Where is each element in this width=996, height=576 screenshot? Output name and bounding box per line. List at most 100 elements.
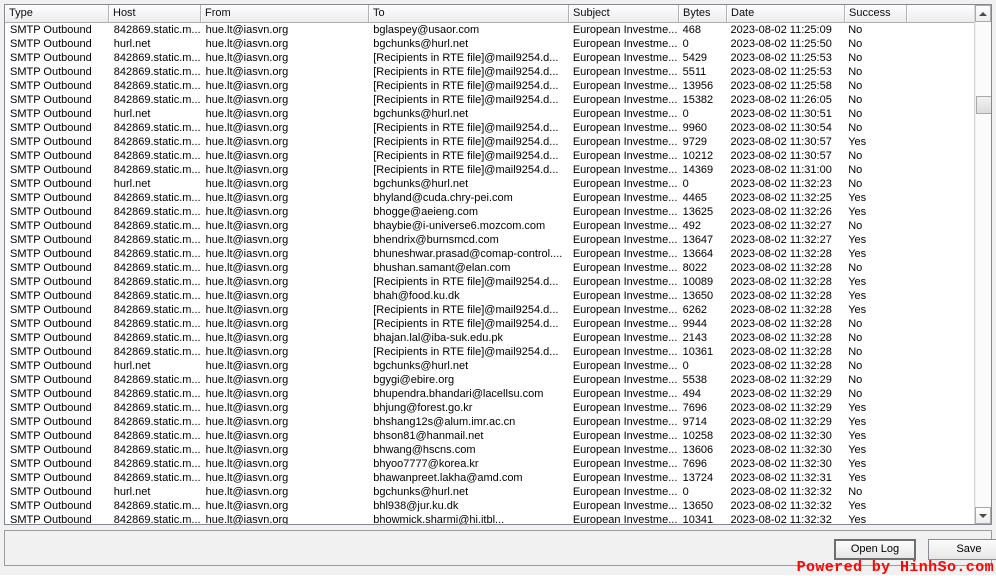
column-header-type[interactable]: Type (5, 5, 109, 23)
table-row[interactable]: SMTP Outbound hurl.net hue.lt@iasvn.org bgc… (5, 107, 974, 121)
cell-bytes: 6262 (682, 304, 708, 316)
cell-pad (905, 51, 974, 65)
cell-host: 842869.static.m... (113, 66, 201, 78)
table-row[interactable]: SMTP Outbound 842869.static.m... hue.lt@ia… (5, 79, 974, 93)
cell-to: bgygi@ebire.org (373, 374, 455, 386)
cell-bytes: 8022 (682, 262, 708, 274)
scrollbar-track[interactable] (975, 22, 991, 507)
cell-host: 842869.static.m... (113, 290, 201, 302)
cell-type: SMTP Outbound (10, 276, 92, 288)
cell-pad (905, 289, 974, 303)
table-row[interactable]: SMTP Outbound hurl.net hue.lt@iasvn.org bgc… (5, 37, 974, 51)
table-row[interactable]: SMTP Outbound 842869.static.m... hue.lt@ia… (5, 317, 974, 331)
cell-subject: European Investme... (572, 206, 678, 218)
table-row[interactable]: SMTP Outbound 842869.static.m... hue.lt@ia… (5, 65, 974, 79)
cell-date: 2023-08-02 11:25:58 (730, 80, 832, 92)
cell-type: SMTP Outbound (10, 290, 92, 302)
table-row[interactable]: SMTP Outbound hurl.net hue.lt@iasvn.org bgc… (5, 359, 974, 373)
cell-success: No (848, 486, 863, 498)
scrollbar-thumb[interactable] (976, 96, 991, 114)
cell-pad (905, 247, 974, 261)
cell-bytes: 9944 (682, 318, 708, 330)
table-row[interactable]: SMTP Outbound 842869.static.m... hue.lt@ia… (5, 443, 974, 457)
table-row[interactable]: SMTP Outbound 842869.static.m... hue.lt@ia… (5, 415, 974, 429)
cell-type: SMTP Outbound (10, 304, 92, 316)
cell-host: 842869.static.m... (113, 220, 201, 232)
cell-bytes: 13956 (682, 80, 714, 92)
cell-subject: European Investme... (572, 388, 678, 400)
cell-host: 842869.static.m... (113, 206, 201, 218)
cell-subject: European Investme... (572, 290, 678, 302)
table-row[interactable]: SMTP Outbound 842869.static.m... hue.lt@ia… (5, 233, 974, 247)
table-row[interactable]: SMTP Outbound 842869.static.m... hue.lt@ia… (5, 205, 974, 219)
table-row[interactable]: SMTP Outbound 842869.static.m... hue.lt@ia… (5, 429, 974, 443)
column-header-host[interactable]: Host (109, 5, 201, 23)
table-row[interactable]: SMTP Outbound 842869.static.m... hue.lt@ia… (5, 373, 974, 387)
vertical-scrollbar[interactable] (974, 5, 991, 524)
table-row[interactable]: SMTP Outbound 842869.static.m... hue.lt@ia… (5, 275, 974, 289)
save-button[interactable]: Save (928, 539, 996, 560)
table-row[interactable]: SMTP Outbound 842869.static.m... hue.lt@ia… (5, 387, 974, 401)
cell-type: SMTP Outbound (10, 94, 92, 106)
table-row[interactable]: SMTP Outbound 842869.static.m... hue.lt@ia… (5, 93, 974, 107)
column-header-success[interactable]: Success (845, 5, 907, 23)
cell-host: 842869.static.m... (113, 262, 201, 274)
cell-success: No (848, 38, 863, 50)
table-row[interactable]: SMTP Outbound 842869.static.m... hue.lt@ia… (5, 23, 974, 37)
table-row[interactable]: SMTP Outbound 842869.static.m... hue.lt@ia… (5, 345, 974, 359)
cell-from: hue.lt@iasvn.org (205, 178, 289, 190)
table-row[interactable]: SMTP Outbound 842869.static.m... hue.lt@ia… (5, 331, 974, 345)
table-row[interactable]: SMTP Outbound 842869.static.m... hue.lt@ia… (5, 471, 974, 485)
column-header-date[interactable]: Date (727, 5, 845, 23)
table-row[interactable]: SMTP Outbound 842869.static.m... hue.lt@ia… (5, 261, 974, 275)
scroll-up-icon[interactable] (975, 5, 991, 22)
table-row[interactable]: SMTP Outbound 842869.static.m... hue.lt@ia… (5, 219, 974, 233)
cell-from: hue.lt@iasvn.org (205, 458, 289, 470)
table-row[interactable]: SMTP Outbound 842869.static.m... hue.lt@ia… (5, 121, 974, 135)
cell-subject: European Investme... (572, 360, 678, 372)
cell-to: bhowmick.sharmi@hi.itbl... (373, 514, 505, 524)
column-header-to[interactable]: To (369, 5, 569, 23)
table-row[interactable]: SMTP Outbound 842869.static.m... hue.lt@ia… (5, 303, 974, 317)
cell-from: hue.lt@iasvn.org (205, 472, 289, 484)
cell-success: No (848, 108, 863, 120)
cell-type: SMTP Outbound (10, 24, 92, 36)
table-row[interactable]: SMTP Outbound 842869.static.m... hue.lt@ia… (5, 135, 974, 149)
cell-subject: European Investme... (572, 248, 678, 260)
cell-from: hue.lt@iasvn.org (205, 248, 289, 260)
table-row[interactable]: SMTP Outbound 842869.static.m... hue.lt@ia… (5, 513, 974, 524)
cell-success: No (848, 66, 863, 78)
table-row[interactable]: SMTP Outbound 842869.static.m... hue.lt@ia… (5, 401, 974, 415)
cell-from: hue.lt@iasvn.org (205, 276, 289, 288)
cell-pad (905, 359, 974, 373)
column-header-pad[interactable] (907, 5, 976, 23)
table-row[interactable]: SMTP Outbound hurl.net hue.lt@iasvn.org bgc… (5, 177, 974, 191)
table-row[interactable]: SMTP Outbound 842869.static.m... hue.lt@ia… (5, 51, 974, 65)
scroll-down-icon[interactable] (975, 507, 991, 524)
cell-bytes: 5511 (682, 66, 707, 78)
column-header-from[interactable]: From (201, 5, 369, 23)
cell-to: bglaspey@usaor.com (373, 24, 480, 36)
cell-to: [Recipients in RTE file]@mail9254.d... (373, 304, 559, 316)
cell-host: 842869.static.m... (113, 122, 201, 134)
cell-subject: European Investme... (572, 262, 678, 274)
cell-from: hue.lt@iasvn.org (205, 402, 289, 414)
table-row[interactable]: SMTP Outbound 842869.static.m... hue.lt@ia… (5, 163, 974, 177)
cell-type: SMTP Outbound (10, 430, 92, 442)
cell-success: No (848, 24, 863, 36)
table-row[interactable]: SMTP Outbound 842869.static.m... hue.lt@ia… (5, 457, 974, 471)
column-header-subject[interactable]: Subject (569, 5, 679, 23)
table-row[interactable]: SMTP Outbound 842869.static.m... hue.lt@ia… (5, 289, 974, 303)
cell-success: Yes (848, 500, 867, 512)
table-row[interactable]: SMTP Outbound 842869.static.m... hue.lt@ia… (5, 149, 974, 163)
cell-pad (905, 107, 974, 121)
cell-type: SMTP Outbound (10, 402, 92, 414)
table-body[interactable]: SMTP Outbound 842869.static.m... hue.lt@ia… (5, 23, 974, 524)
table-row[interactable]: SMTP Outbound 842869.static.m... hue.lt@ia… (5, 247, 974, 261)
open-log-button[interactable]: Open Log (834, 539, 916, 560)
table-row[interactable]: SMTP Outbound hurl.net hue.lt@iasvn.org bgc… (5, 485, 974, 499)
column-header-bytes[interactable]: Bytes (679, 5, 727, 23)
cell-host: 842869.static.m... (113, 332, 201, 344)
table-row[interactable]: SMTP Outbound 842869.static.m... hue.lt@ia… (5, 499, 974, 513)
table-row[interactable]: SMTP Outbound 842869.static.m... hue.lt@ia… (5, 191, 974, 205)
